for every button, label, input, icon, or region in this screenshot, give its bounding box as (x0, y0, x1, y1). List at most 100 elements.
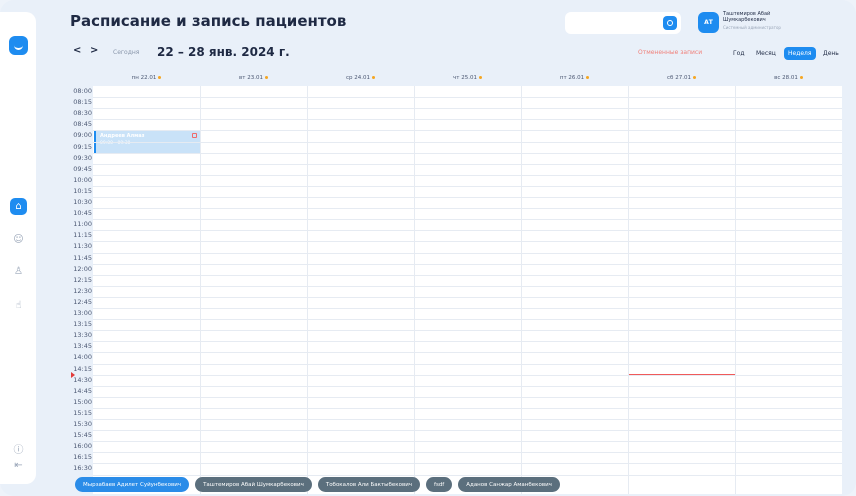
grid-row-line (93, 174, 842, 176)
time-slot-label: 10:30 (73, 198, 92, 206)
grid-column-line (521, 86, 522, 494)
grid-row-line (93, 396, 842, 398)
time-slot-label: 12:45 (73, 297, 92, 306)
next-week-button[interactable]: > (90, 45, 98, 56)
doctor-chip[interactable]: fsdf (426, 477, 453, 492)
cancelled-appointments-link[interactable]: Отмененные записи (638, 49, 702, 56)
search-input[interactable] (565, 12, 681, 34)
view-month-button[interactable]: Месяц (752, 47, 780, 60)
user-icon[interactable]: ☺ (10, 231, 27, 248)
time-slot-label: 11:00 (73, 220, 92, 229)
hand-icon[interactable]: ☝ (10, 297, 27, 314)
time-slot-label: 11:15 (73, 231, 92, 240)
grid-row-line (93, 163, 842, 165)
doctor-chip[interactable]: Аданов Санжар Аманбекович (458, 477, 560, 492)
grid-row-line (93, 241, 842, 243)
grid-row-line (93, 263, 842, 265)
grid-row-line (93, 474, 842, 476)
avatar[interactable]: АТ (698, 12, 719, 33)
grid-column-line (414, 86, 415, 494)
doctor-chips: Мырзабаев Адилет Суйунбекович Таштемиров… (75, 477, 560, 492)
calendar-grid[interactable]: Андреев Алмаз 09:00 - 09:30 (93, 86, 842, 494)
home-icon[interactable]: ⌂ (10, 198, 27, 215)
grid-column-line (307, 86, 308, 494)
time-slot-label: 14:45 (73, 386, 92, 395)
prev-week-button[interactable]: < (73, 45, 81, 56)
view-day-button[interactable]: День (819, 47, 843, 60)
time-slot-label: 09:00 (73, 131, 92, 140)
current-time-marker (71, 372, 75, 378)
grid-row-line (93, 463, 842, 465)
grid-row-line (93, 385, 842, 387)
time-slot-label: 12:00 (73, 264, 92, 273)
time-slot-label: 12:30 (73, 286, 92, 295)
time-slot-label: 16:15 (73, 453, 92, 462)
day-header: ср 24.01 (307, 75, 414, 81)
grid-row-line (93, 208, 842, 210)
user-role: Системный администратор (723, 25, 781, 30)
time-slot-label: 13:15 (73, 320, 92, 329)
grid-row-line (93, 285, 842, 287)
grid-row-line (93, 130, 842, 132)
time-slot-label: 09:45 (73, 164, 92, 173)
grid-row-line (93, 219, 842, 221)
time-slot-label: 15:00 (73, 397, 92, 406)
time-slot-label: 10:45 (73, 209, 92, 218)
time-slot-label: 13:30 (73, 331, 92, 340)
page-title: Расписание и запись пациентов (70, 12, 347, 30)
time-slot-label: 08:00 (73, 87, 92, 95)
day-header: чт 25.01 (414, 75, 521, 81)
time-slot-label: 12:15 (73, 275, 92, 284)
info-icon[interactable]: ⓘ (10, 440, 27, 457)
grid-row-line (93, 152, 842, 154)
time-slot-label: 15:45 (73, 431, 92, 440)
grid-row-line (93, 185, 842, 187)
day-header: пн 22.01 (93, 75, 200, 81)
grid-row-line (93, 252, 842, 254)
grid-row-line (93, 230, 842, 232)
time-slot-label: 14:00 (73, 353, 92, 362)
grid-column-line (735, 86, 736, 494)
time-slot-label: 10:00 (73, 175, 92, 184)
time-slot-label: 09:30 (73, 153, 92, 162)
grid-row-line (93, 274, 842, 276)
day-header: вт 23.01 (200, 75, 307, 81)
grid-row-line (93, 197, 842, 198)
view-week-button[interactable]: Неделя (784, 47, 816, 60)
time-slot-label: 11:45 (73, 253, 92, 262)
grid-row-line (93, 330, 842, 332)
grid-row-line (93, 296, 842, 298)
grid-row-line (93, 374, 842, 376)
day-header: сб 27.01 (628, 75, 735, 81)
time-slot-label: 16:00 (73, 442, 92, 451)
time-slot-label: 08:45 (73, 120, 92, 129)
grid-row-line (93, 319, 842, 321)
time-slot-label: 15:30 (73, 420, 92, 428)
logo-icon[interactable] (9, 36, 28, 55)
logout-icon[interactable]: ⇤ (10, 457, 27, 474)
view-year-button[interactable]: Год (729, 47, 748, 60)
grid-row-line (93, 341, 842, 343)
doctor-chip[interactable]: Тобокалов Али Бактыбекович (317, 477, 421, 492)
grid-column-line (200, 86, 201, 494)
grid-row-line (93, 441, 842, 443)
grid-row-line (93, 407, 842, 409)
doctor-chip[interactable]: Таштемиров Абай Шумкарбекович (195, 477, 312, 492)
grid-row-line (93, 430, 842, 432)
day-header: вс 28.01 (735, 75, 842, 81)
grid-row-line (93, 119, 842, 121)
time-slot-label: 08:30 (73, 109, 92, 118)
time-slot-label: 11:30 (73, 242, 92, 251)
grid-row-line (93, 97, 842, 99)
date-range-title: 22 – 28 янв. 2024 г. (157, 45, 290, 59)
user-name: Таштемиров Абай Шумкарбекович (723, 11, 771, 23)
grid-row-line (93, 141, 842, 143)
day-header: пт 26.01 (521, 75, 628, 81)
grid-column-line (628, 86, 629, 494)
delete-icon[interactable] (192, 133, 197, 138)
search-icon[interactable] (663, 16, 677, 30)
today-button[interactable]: Сегодня (113, 49, 139, 56)
doctor-chip[interactable]: Мырзабаев Адилет Суйунбекович (75, 477, 190, 492)
time-slot-label: 10:15 (73, 186, 92, 195)
users-icon[interactable]: ♙ (10, 263, 27, 280)
